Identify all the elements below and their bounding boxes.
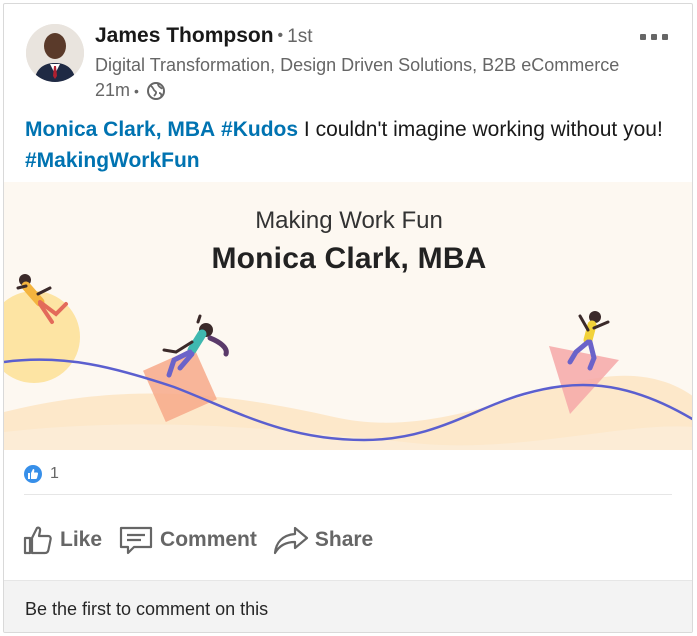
share-label: Share [314,528,374,551]
hashtag-link[interactable]: #MakingWorkFun [25,149,200,172]
author-name[interactable]: James Thompson [95,24,274,47]
comment-prompt: Be the first to comment on this [25,599,269,619]
like-icon [23,526,52,555]
share-icon [273,526,308,555]
like-badge-icon [24,465,42,483]
divider [24,494,672,495]
banner-title: Making Work Fun [255,207,443,234]
mention-link[interactable]: Monica Clark, MBA [25,118,215,141]
post-text: Monica Clark, MBA #Kudos I couldn't imag… [25,114,680,176]
like-button[interactable]: Like [22,524,102,556]
separator-dot: • [277,27,284,44]
reactions-summary[interactable]: 1 [24,461,59,487]
author-line: James Thompson • 1st [95,24,313,48]
comment-label: Comment [160,528,257,551]
social-actions-bar: Like Comment Share [22,516,389,564]
post-body-text: I couldn't imagine working without you! [303,118,663,141]
hashtag-link[interactable]: #Kudos [221,118,298,141]
feed-post-card: James Thompson • 1st Digital Transformatio… [3,3,693,633]
post-header: James Thompson • 1st Digital Transformatio… [4,4,692,114]
comment-button[interactable]: Comment [118,524,257,556]
separator-dot: • [134,82,139,99]
post-meta: 21m • [95,80,166,101]
comment-section: Be the first to comment on this [4,580,692,632]
globe-icon [146,81,165,100]
banner-recipient-name: Monica Clark, MBA [211,242,487,275]
connection-degree: 1st [287,26,313,47]
post-time: 21m [95,80,131,100]
kudos-banner-image[interactable]: Making Work Fun Monica Clark, MBA [4,182,692,450]
author-headline: Digital Transformation, Design Driven So… [95,55,620,75]
avatar[interactable] [26,24,84,82]
comment-icon [119,526,153,555]
avatar-image [26,24,84,82]
reaction-count: 1 [50,465,59,482]
share-button[interactable]: Share [273,524,373,556]
like-label: Like [60,528,103,551]
more-icon[interactable] [640,34,668,40]
